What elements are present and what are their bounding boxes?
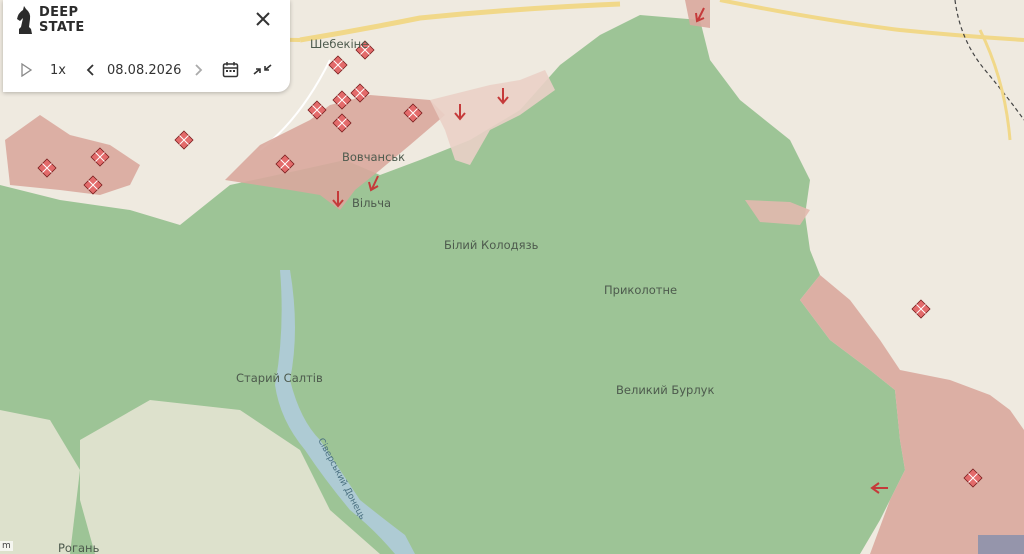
place-label-velykyi-burluk: Великий Бурлук xyxy=(616,383,714,397)
speed-button[interactable]: 1x xyxy=(50,60,66,80)
timeline-panel: DEEP STATE 1x 08.08.2026 xyxy=(3,0,290,92)
place-label-vilcha: Вільча xyxy=(352,196,391,210)
chess-knight-icon xyxy=(17,6,32,34)
date-display[interactable]: 08.08.2026 xyxy=(107,60,181,80)
place-label-rohan: Рогань xyxy=(58,541,100,554)
place-label-shebekino: Шебекіне xyxy=(310,37,368,51)
map-provider-logo[interactable] xyxy=(978,535,1024,554)
collapse-arrows-icon[interactable] xyxy=(253,61,272,78)
place-label-staryi-saltiv: Старий Салтів xyxy=(236,371,323,385)
place-label-bilyi-kolodiaz: Білий Колодязь xyxy=(444,238,539,252)
calendar-icon[interactable] xyxy=(222,61,239,78)
logo-text: DEEP STATE xyxy=(39,5,85,35)
logo-line-2: STATE xyxy=(39,20,85,35)
place-label-prykolotne: Приколотне xyxy=(604,283,677,297)
map-attribution[interactable]: m xyxy=(0,541,13,551)
chevron-left-icon[interactable] xyxy=(85,63,97,77)
close-icon[interactable] xyxy=(252,8,274,30)
place-label-vovchansk: Вовчанськ xyxy=(342,150,405,164)
play-icon[interactable] xyxy=(19,63,33,77)
chevron-right-icon[interactable] xyxy=(192,63,204,77)
logo-line-1: DEEP xyxy=(39,5,79,20)
